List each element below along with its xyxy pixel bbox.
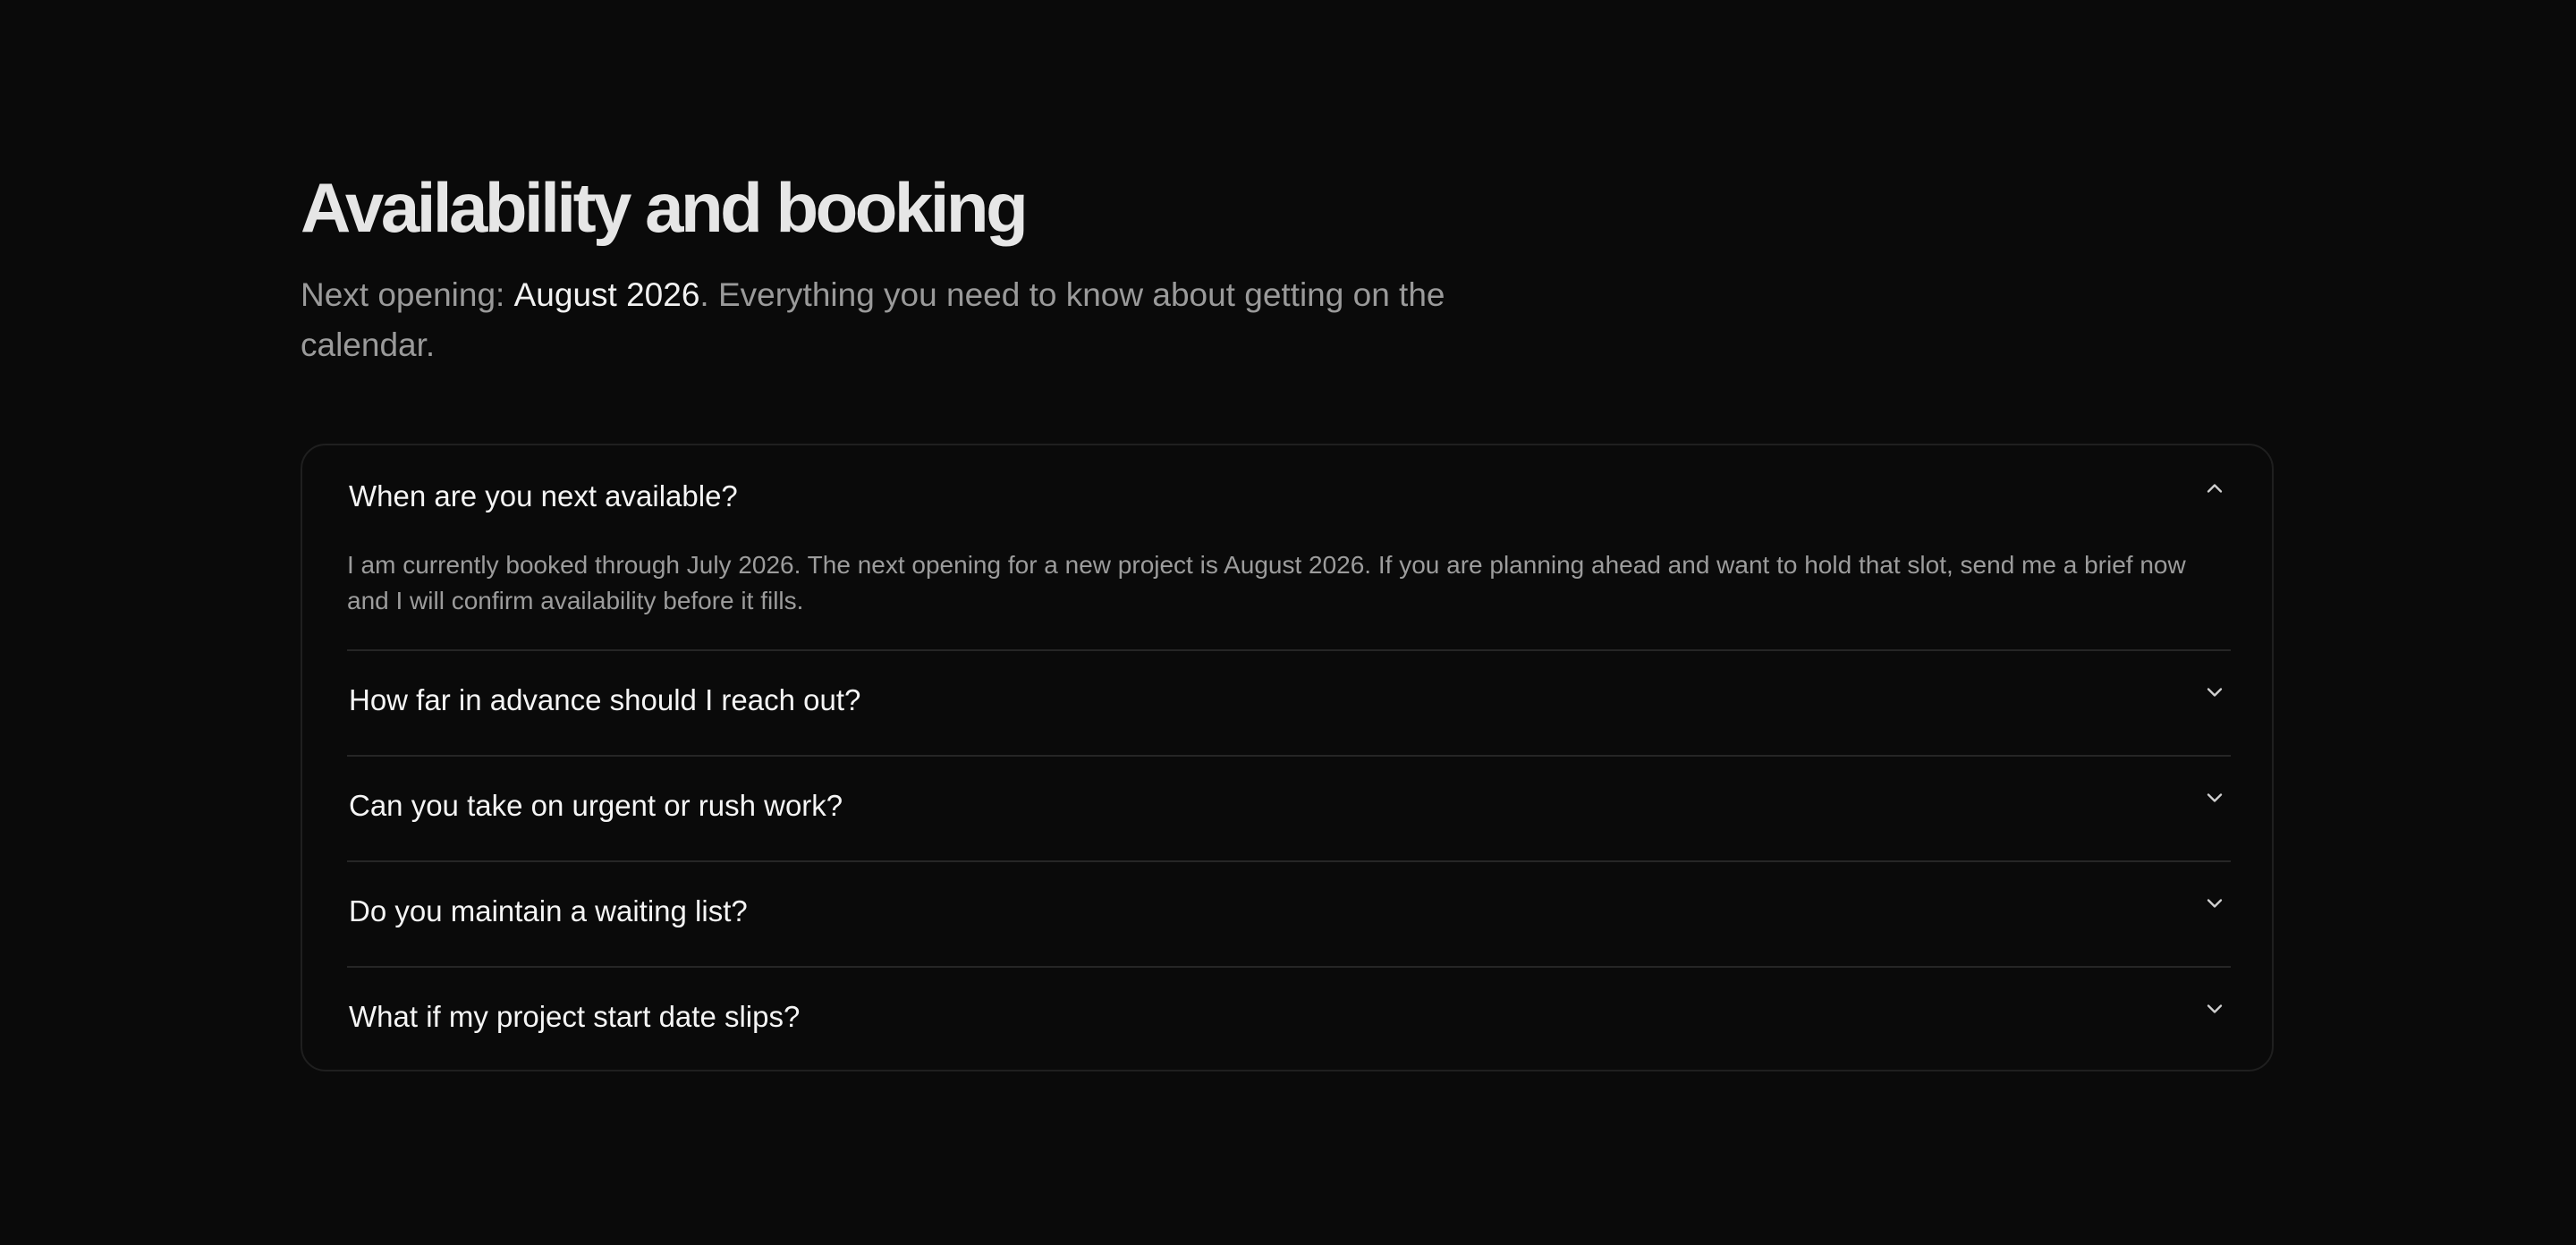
faq-answer: I am currently booked through July 2026.… <box>347 551 2186 614</box>
faq-question: What if my project start date slips? <box>349 1000 801 1033</box>
next-opening-date: August 2026 <box>513 276 700 313</box>
faq-item-waiting-list[interactable]: Do you maintain a waiting list? <box>347 860 2231 966</box>
faq-question: When are you next available? <box>349 479 738 512</box>
availability-section: Availability and booking Next opening: A… <box>301 161 2275 1071</box>
faq-item-rush-work[interactable]: Can you take on urgent or rush work? <box>347 755 2231 860</box>
faq-question: Can you take on urgent or rush work? <box>349 789 843 822</box>
faq-item-advance-notice[interactable]: How far in advance should I reach out? <box>347 649 2231 755</box>
chevron-down-icon <box>2202 891 2227 916</box>
faq-question: Do you maintain a waiting list? <box>349 894 748 927</box>
page-subtitle: Next opening: August 2026. Everything yo… <box>301 270 1463 370</box>
faq-item-header[interactable]: When are you next available? <box>347 445 2231 553</box>
subtitle-prefix: Next opening: <box>301 276 514 313</box>
faq-accordion: When are you next available? I am curren… <box>301 444 2274 1071</box>
faq-item-next-available: When are you next available? I am curren… <box>347 445 2231 649</box>
chevron-up-icon <box>2202 476 2227 501</box>
faq-item-start-date-slips[interactable]: What if my project start date slips? <box>347 966 2231 1071</box>
page: Availability and booking Next opening: A… <box>0 0 2576 1245</box>
page-title: Availability and booking <box>301 168 1029 247</box>
chevron-down-icon <box>2202 680 2227 705</box>
chevron-down-icon <box>2202 785 2227 810</box>
faq-question: How far in advance should I reach out? <box>349 683 861 716</box>
chevron-down-icon <box>2202 996 2227 1021</box>
